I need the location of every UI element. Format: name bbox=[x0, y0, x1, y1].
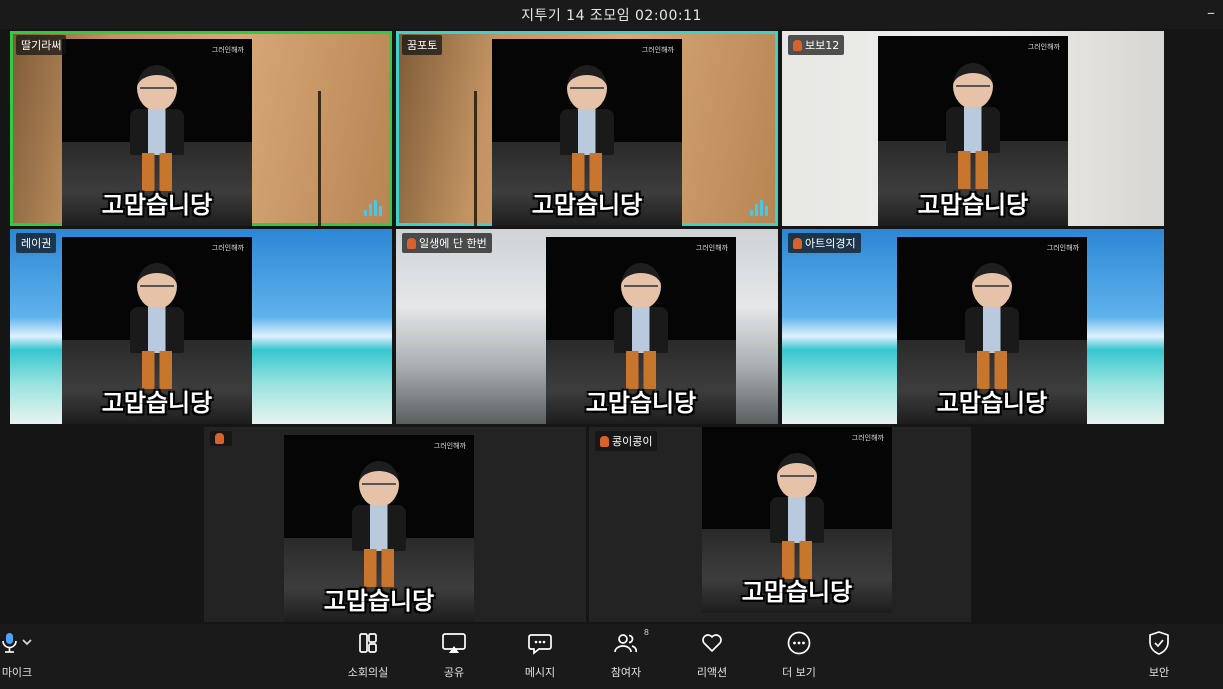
chat-button[interactable]: 메시지 bbox=[503, 630, 577, 680]
character-figure bbox=[122, 65, 192, 195]
meeting-title: 지투기 14 조모임 02:00:11 bbox=[521, 7, 702, 24]
mic-label: 마이크 bbox=[1, 666, 33, 679]
video-tile-8[interactable]: 그러인해까 고맙습니당 콩이콩이 bbox=[589, 427, 971, 622]
video-caption: 고맙습니당 bbox=[101, 389, 213, 417]
participant-name-tag: 보보12 bbox=[788, 35, 845, 55]
video-tile-7[interactable]: 그러인해까 고맙습니당 bbox=[204, 427, 586, 622]
video-watermark: 그러인해까 bbox=[1027, 43, 1060, 51]
participant-video: 그러인해까 고맙습니당 bbox=[492, 39, 682, 226]
video-watermark: 그러인해까 bbox=[211, 244, 244, 252]
video-caption: 고맙습니당 bbox=[585, 389, 697, 417]
video-caption: 고맙습니당 bbox=[917, 191, 1029, 219]
video-watermark: 그러인해까 bbox=[695, 244, 728, 252]
muted-mic-icon bbox=[407, 237, 416, 249]
breakout-rooms-button[interactable]: 소회의실 bbox=[331, 630, 405, 680]
participant-name-tag: 꿈포토 bbox=[402, 35, 443, 55]
video-watermark: 그러인해까 bbox=[433, 442, 466, 450]
security-label: 보안 bbox=[1148, 666, 1170, 679]
character-figure bbox=[122, 263, 192, 393]
audio-activity-icon bbox=[364, 200, 382, 216]
character-figure bbox=[606, 263, 676, 393]
more-label: 더 보기 bbox=[782, 666, 816, 679]
participant-name-tag: 딸기라써 bbox=[16, 35, 67, 55]
muted-mic-icon bbox=[793, 237, 802, 249]
character-figure bbox=[552, 65, 622, 195]
audio-activity-icon bbox=[750, 200, 768, 216]
character-figure bbox=[762, 453, 832, 583]
video-tile-5[interactable]: 그러인해까 고맙습니당 일생에 단 한번 bbox=[396, 229, 778, 424]
video-tile-3[interactable]: 그러인해까 고맙습니당 보보12 bbox=[782, 31, 1164, 226]
video-caption: 고맙습니당 bbox=[531, 191, 643, 219]
background-plant bbox=[260, 81, 380, 226]
video-watermark: 그러인해까 bbox=[641, 46, 674, 54]
participant-name-tag: 레이권 bbox=[16, 233, 57, 253]
video-watermark: 그러인해까 bbox=[1046, 244, 1079, 252]
participants-button[interactable]: 8 참여자 bbox=[589, 628, 663, 680]
muted-mic-icon bbox=[600, 435, 609, 447]
muted-mic-icon bbox=[215, 433, 224, 444]
video-watermark: 그러인해까 bbox=[211, 46, 244, 54]
character-figure bbox=[938, 62, 1008, 193]
reactions-label: 리액션 bbox=[696, 666, 728, 679]
reactions-button[interactable]: 리액션 bbox=[675, 630, 749, 680]
meeting-toolbar: 마이크 소회의실 공유 메시지 8 참여자 리액션 더 보기 보안 bbox=[0, 624, 1223, 689]
title-bar: 지투기 14 조모임 02:00:11 – bbox=[0, 0, 1223, 29]
participant-name-tag bbox=[210, 431, 232, 446]
participant-video: 그러인해까 고맙습니당 bbox=[62, 237, 252, 424]
participants-label: 참여자 bbox=[610, 666, 642, 679]
video-tile-2[interactable]: 그러인해까 고맙습니당 꿈포토 bbox=[396, 31, 778, 226]
video-watermark: 그러인해까 bbox=[851, 434, 884, 442]
participant-name-tag: 아트의경지 bbox=[788, 233, 861, 253]
participant-video: 그러인해까 고맙습니당 bbox=[878, 36, 1068, 226]
video-caption: 고맙습니당 bbox=[101, 191, 213, 219]
participant-video: 그러인해까 고맙습니당 bbox=[284, 435, 474, 622]
heart-icon bbox=[702, 634, 722, 652]
minimize-button[interactable]: – bbox=[1207, 3, 1215, 22]
character-figure bbox=[957, 263, 1027, 393]
microphone-icon bbox=[2, 633, 32, 653]
shield-check-icon bbox=[1149, 631, 1169, 655]
share-screen-label: 공유 bbox=[443, 666, 465, 679]
participant-video: 그러인해까 고맙습니당 bbox=[546, 237, 736, 424]
mic-button[interactable]: 마이크 bbox=[0, 630, 54, 680]
character-figure bbox=[344, 461, 414, 591]
participants-icon bbox=[614, 634, 638, 653]
video-tile-4[interactable]: 그러인해까 고맙습니당 레이권 bbox=[10, 229, 392, 424]
more-dots-icon bbox=[787, 631, 811, 655]
participants-count-badge: 8 bbox=[643, 628, 649, 637]
muted-mic-icon bbox=[793, 39, 802, 51]
breakout-rooms-label: 소회의실 bbox=[347, 666, 389, 679]
participant-name-tag: 콩이콩이 bbox=[595, 431, 658, 451]
video-caption: 고맙습니당 bbox=[323, 587, 435, 615]
chat-label: 메시지 bbox=[524, 666, 556, 679]
participant-video: 그러인해까 고맙습니당 bbox=[897, 237, 1087, 424]
video-caption: 고맙습니당 bbox=[936, 389, 1048, 417]
breakout-rooms-icon bbox=[359, 633, 377, 653]
video-tile-6[interactable]: 그러인해까 고맙습니당 아트의경지 bbox=[782, 229, 1164, 424]
more-button[interactable]: 더 보기 bbox=[762, 630, 836, 680]
share-screen-button[interactable]: 공유 bbox=[417, 630, 491, 680]
chat-bubble-icon bbox=[528, 634, 552, 655]
participant-video: 그러인해까 고맙습니당 bbox=[62, 39, 252, 226]
participant-name-tag: 일생에 단 한번 bbox=[402, 233, 492, 253]
security-button[interactable]: 보안 bbox=[1122, 630, 1196, 680]
video-tile-1[interactable]: 그러인해까 고맙습니당 딸기라써 bbox=[10, 31, 392, 226]
video-caption: 고맙습니당 bbox=[741, 578, 853, 606]
share-screen-icon bbox=[442, 633, 466, 653]
participant-video: 그러인해까 고맙습니당 bbox=[702, 427, 892, 613]
